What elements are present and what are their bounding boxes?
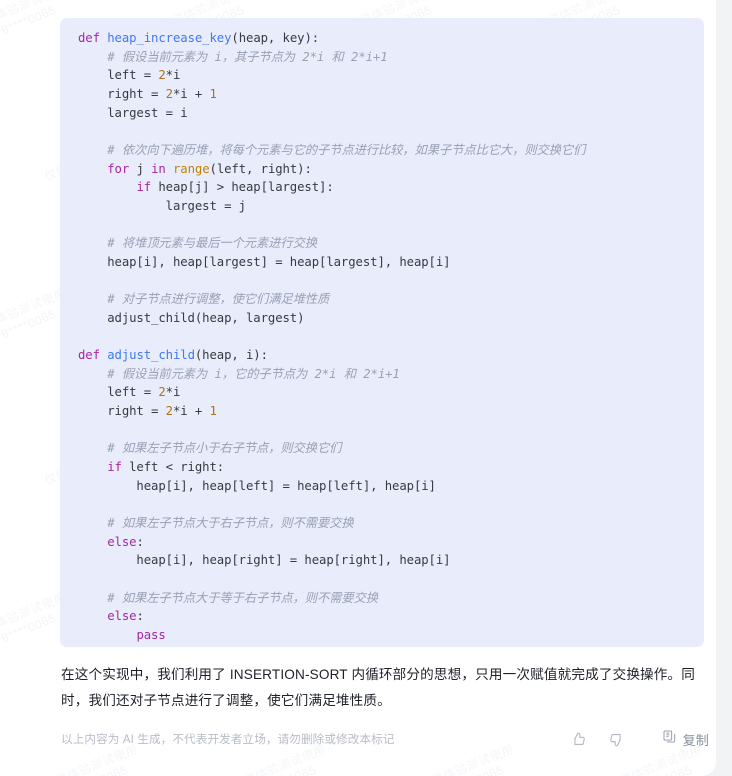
code-line: right = 2*i + 1 [78, 86, 217, 101]
code-line: heap[i], heap[largest] = heap[largest], … [78, 254, 451, 269]
answer-paragraph: 在这个实现中，我们利用了 INSERTION-SORT 内循环部分的思想，只用一… [61, 667, 696, 708]
thumbs-up-icon [570, 731, 587, 748]
code-content[interactable]: def heap_increase_key(heap, key): # 假设当前… [78, 29, 698, 645]
assistant-message-card: def heap_increase_key(heap, key): # 假设当前… [0, 0, 716, 776]
page-right-rail [716, 0, 732, 776]
code-line: def adjust_child(heap, i): [78, 348, 268, 363]
code-line: # 假设当前元素为 i，其子节点为 2*i 和 2*i+1 [107, 49, 388, 64]
code-line: heap[i], heap[left] = heap[left], heap[i… [78, 478, 436, 493]
code-line: # 假设当前元素为 i，它的子节点为 2*i 和 2*i+1 [107, 366, 400, 381]
thumbs-down-icon [608, 731, 625, 748]
code-line: pass [136, 628, 166, 642]
code-line: # 如果左子节点小于右子节点，则交换它们 [107, 441, 342, 456]
code-line: left = 2*i [78, 68, 181, 83]
code-line: largest = i [78, 105, 188, 120]
like-button[interactable] [560, 725, 598, 753]
message-footer: 以上内容为 AI 生成，不代表开发者立场，请勿删除或修改本标记 复制 [61, 724, 709, 754]
code-line: # 将堆顶元素与最后一个元素进行交换 [107, 236, 317, 251]
code-block: def heap_increase_key(heap, key): # 假设当前… [60, 18, 704, 647]
code-line: if heap[j] > heap[largest]: [136, 180, 334, 195]
code-line: def heap_increase_key(heap, key): [78, 31, 320, 45]
code-line: # 如果左子节点大于右子节点，则不需要交换 [107, 516, 354, 531]
code-line: # 依次向下遍历堆，将每个元素与它的子节点进行比较，如果子节点比它大，则交换它们 [107, 142, 586, 157]
dislike-button[interactable] [598, 725, 636, 753]
code-line: right = 2*i + 1 [78, 404, 217, 419]
ai-disclaimer-text: 以上内容为 AI 生成，不代表开发者立场，请勿删除或修改本标记 [61, 733, 395, 746]
copy-icon [662, 729, 677, 749]
code-line: else: [107, 534, 144, 549]
code-line: # 如果左子节点大于等于右子节点，则不需要交换 [107, 590, 378, 605]
code-line: for j in range(left, right): [107, 161, 312, 176]
copy-label: 复制 [682, 732, 709, 748]
code-line: left = 2*i [78, 385, 181, 400]
code-line: adjust_child(heap, largest) [78, 310, 305, 325]
copy-button[interactable]: 复制 [662, 725, 709, 753]
code-line: if left < right: [107, 460, 225, 475]
footer-actions: 复制 [560, 725, 709, 753]
code-line: # 对子节点进行调整，使它们满足堆性质 [107, 292, 330, 307]
code-line: heap[i], heap[right] = heap[right], heap… [78, 553, 451, 568]
code-line: else: [107, 609, 144, 624]
code-line: largest = j [78, 198, 246, 213]
